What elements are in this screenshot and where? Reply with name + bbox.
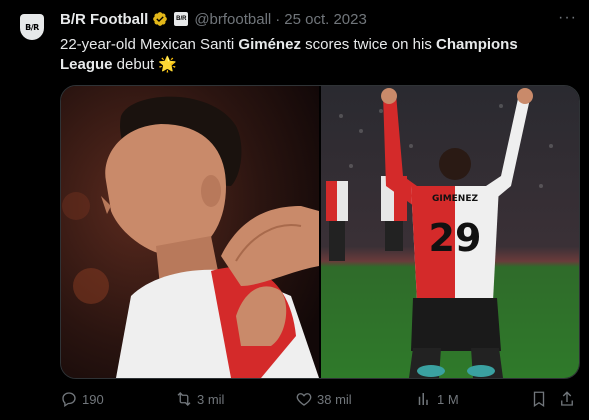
author-name[interactable]: B/R Football [60, 11, 148, 28]
tweet-text: 22-year-old Mexican Santi Giménez scores… [60, 36, 518, 73]
media-photo-left[interactable] [61, 86, 319, 378]
tweet-header: B/R Football B/R @brfootball · 25 oct. 2… [60, 9, 577, 29]
like-count: 38 mil [317, 391, 352, 407]
share-icon [561, 391, 573, 406]
more-icon[interactable]: ··· [558, 9, 577, 27]
repost-button[interactable]: 3 mil [175, 390, 224, 408]
like-button[interactable]: 38 mil [295, 390, 352, 408]
tweet-media: GIMENEZ 29 [60, 85, 580, 379]
media-photo-right[interactable]: GIMENEZ 29 [321, 86, 579, 378]
separator-dot: · [275, 10, 281, 28]
action-bar: 190 3 mil 38 mil 1 M [60, 389, 580, 409]
tweet-date[interactable]: 25 oct. 2023 [284, 11, 367, 28]
views-count: 1 M [437, 391, 459, 407]
reply-count: 190 [82, 391, 104, 407]
share-button[interactable] [558, 390, 580, 408]
sun-emoji: 🌟 [158, 56, 178, 73]
jersey-number: 29 [429, 216, 482, 260]
affiliate-badge[interactable]: B/R [174, 12, 189, 26]
repost-count: 3 mil [197, 391, 225, 407]
avatar[interactable]: B/R [20, 14, 44, 40]
jersey-name: GIMENEZ [432, 194, 479, 204]
bookmark-button[interactable] [530, 390, 552, 408]
views-icon [418, 393, 428, 405]
verified-badge-icon [153, 12, 168, 26]
reply-button[interactable]: 190 [60, 390, 104, 408]
repost-icon [177, 392, 191, 406]
like-icon [296, 393, 312, 406]
bookmark-icon [533, 391, 545, 408]
avatar-logo: B/R [25, 22, 39, 32]
reply-icon [62, 392, 76, 408]
views-button[interactable]: 1 M [415, 390, 459, 408]
author-handle[interactable]: @brfootball [194, 11, 271, 28]
